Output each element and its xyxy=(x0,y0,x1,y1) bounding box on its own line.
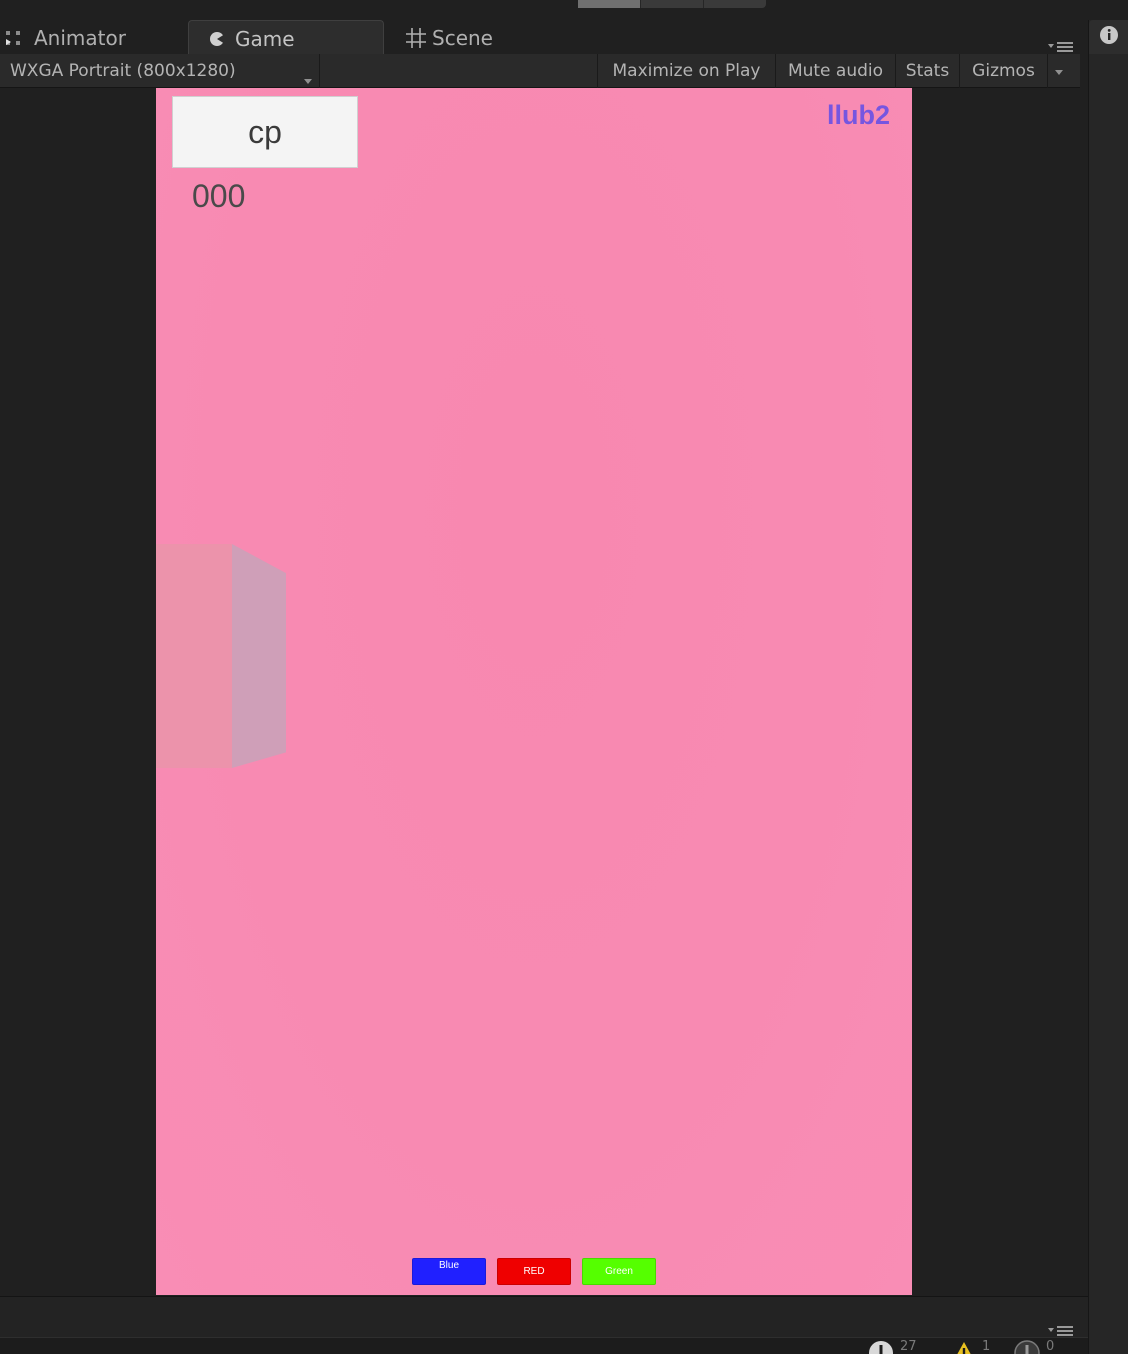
tab-scene-label: Scene xyxy=(432,26,493,50)
maximize-on-play-label: Maximize on Play xyxy=(612,61,761,81)
gizmos-dropdown[interactable] xyxy=(1047,54,1069,88)
info-tab[interactable] xyxy=(1089,20,1128,54)
blue-button-label: Blue xyxy=(438,1260,459,1271)
console-info-icon xyxy=(868,1340,894,1354)
console-error-count[interactable]: 0 xyxy=(1014,1340,1054,1354)
unity-editor: Animator Game Scene WXGA Portrait (800x1… xyxy=(0,0,1128,1354)
game-icon xyxy=(207,29,227,49)
info-icon xyxy=(1099,25,1119,49)
dropdown-caret-icon xyxy=(304,70,312,90)
tab-game-label: Game xyxy=(235,26,295,51)
resolution-label: WXGA Portrait (800x1280) xyxy=(10,61,236,81)
stats-label: Stats xyxy=(905,61,950,81)
mute-audio-label: Mute audio xyxy=(787,61,884,81)
animator-icon xyxy=(4,27,26,49)
red-button[interactable]: RED xyxy=(497,1258,571,1285)
tab-game[interactable]: Game xyxy=(188,20,384,56)
pane-menu-icon[interactable] xyxy=(1046,38,1076,52)
cp-label: cp xyxy=(248,113,282,150)
tab-animator[interactable]: Animator xyxy=(4,22,126,54)
play-button[interactable] xyxy=(578,0,641,8)
score-text: 000 xyxy=(192,178,246,214)
game-view-toolbar: WXGA Portrait (800x1280) Maximize on Pla… xyxy=(0,54,1080,88)
cube-side-face xyxy=(232,544,286,768)
green-button[interactable]: Green xyxy=(582,1258,656,1285)
maximize-on-play-toggle[interactable]: Maximize on Play xyxy=(597,54,775,88)
gizmos-toggle[interactable]: Gizmos xyxy=(959,54,1047,88)
editor-tab-bar: Animator Game Scene xyxy=(0,18,1080,56)
mute-audio-toggle[interactable]: Mute audio xyxy=(775,54,895,88)
console-info-count[interactable]: 27 xyxy=(868,1340,917,1354)
step-button[interactable] xyxy=(704,0,766,8)
status-bar: 27 1 0 xyxy=(0,1337,1088,1354)
resolution-dropdown[interactable]: WXGA Portrait (800x1280) xyxy=(0,54,320,88)
cp-button[interactable]: cp xyxy=(172,96,358,168)
console-warning-count[interactable]: 1 xyxy=(952,1340,990,1354)
level-text: llub2 xyxy=(826,100,890,130)
bottom-panel xyxy=(0,1297,1088,1337)
stats-toggle[interactable]: Stats xyxy=(895,54,959,88)
cube-front-face xyxy=(156,544,232,768)
pane-menu-icon[interactable] xyxy=(1046,1322,1076,1336)
chevron-down-icon xyxy=(1054,61,1063,81)
console-warning-icon xyxy=(952,1340,976,1354)
tab-animator-label: Animator xyxy=(34,26,126,50)
red-button-label: RED xyxy=(523,1266,545,1277)
pause-button[interactable] xyxy=(641,0,704,8)
green-button-label: Green xyxy=(605,1266,633,1277)
tab-scene[interactable]: Scene xyxy=(404,22,493,54)
scene-grid-icon xyxy=(404,26,428,50)
gizmos-label: Gizmos xyxy=(972,61,1035,81)
blue-button[interactable]: Blue xyxy=(412,1258,486,1285)
inspector-collapsed-panel xyxy=(1088,20,1128,1354)
game-viewport[interactable]: cp 000 llub2 Blue RED Green xyxy=(156,88,912,1295)
console-error-icon xyxy=(1014,1340,1040,1354)
play-controls xyxy=(578,0,766,8)
